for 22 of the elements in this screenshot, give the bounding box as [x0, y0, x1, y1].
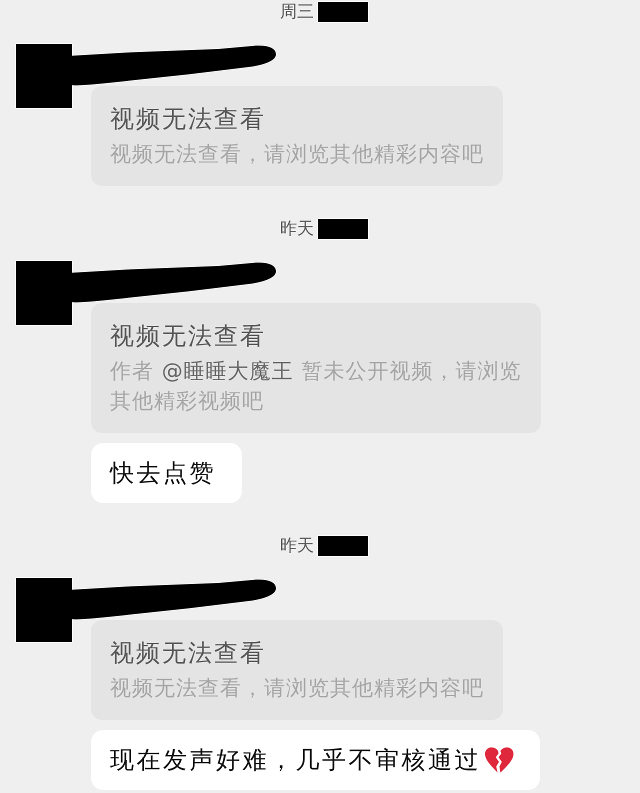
broken-heart-icon [484, 746, 514, 774]
timestamp: 昨天 [280, 218, 314, 241]
redacted-avatar [16, 261, 72, 325]
redaction-bar [318, 536, 368, 556]
video-card[interactable]: 视频无法查看 作者 @睡睡大魔王 暂未公开视频，请浏览其他精彩视频吧 [91, 303, 541, 433]
video-card-title: 视频无法查看 [110, 321, 267, 352]
video-card-description: 视频无法查看，请浏览其他精彩内容吧 [110, 141, 484, 168]
video-card-title: 视频无法查看 [110, 104, 267, 135]
redacted-avatar [16, 578, 72, 642]
message-text: 快去点赞 [110, 458, 216, 489]
message-text: 现在发声好难，几乎不审核通过 [110, 745, 481, 776]
video-card[interactable]: 视频无法查看 视频无法查看，请浏览其他精彩内容吧 [91, 620, 503, 720]
video-card[interactable]: 视频无法查看 视频无法查看，请浏览其他精彩内容吧 [91, 86, 503, 186]
redaction-bar [318, 219, 368, 239]
timestamp: 周三 [280, 1, 314, 24]
video-card-title: 视频无法查看 [110, 638, 267, 669]
redaction-bar [318, 2, 368, 22]
timestamp: 昨天 [280, 535, 314, 558]
mention-link[interactable]: @睡睡大魔王 [162, 359, 294, 383]
video-card-description: 视频无法查看，请浏览其他精彩内容吧 [110, 675, 484, 702]
video-card-description: 作者 @睡睡大魔王 暂未公开视频，请浏览其他精彩视频吧 [110, 358, 522, 415]
redacted-avatar [16, 44, 72, 108]
